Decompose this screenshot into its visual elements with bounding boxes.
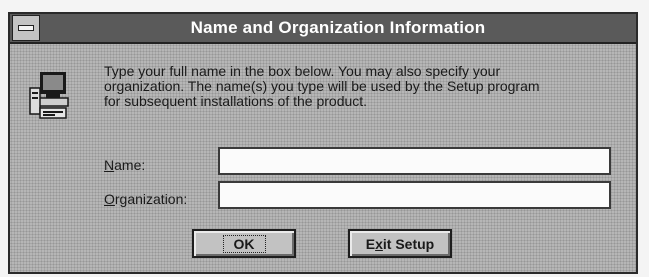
organization-label: Organization: xyxy=(104,191,187,207)
organization-field[interactable] xyxy=(218,181,611,209)
instructions-line-2: organization. The name(s) you type will … xyxy=(104,78,540,94)
instructions-line-1: Type your full name in the box below. Yo… xyxy=(104,63,501,79)
exit-setup-label-part2: it Setup xyxy=(382,235,435,252)
system-menu-icon[interactable] xyxy=(12,15,40,41)
name-organization-dialog: Name and Organization Information Type y… xyxy=(8,12,638,274)
organization-label-mnemonic: O xyxy=(104,191,115,207)
ok-button[interactable]: OK xyxy=(192,229,296,258)
exit-setup-label-part1: E xyxy=(365,235,376,252)
instructions-line-3: for subsequent installations of the prod… xyxy=(104,93,368,109)
exit-setup-button[interactable]: Ex it Setup xyxy=(348,229,452,258)
name-label-rest: ame: xyxy=(114,157,146,173)
window-title: Name and Organization Information xyxy=(190,18,486,37)
name-label: Name: xyxy=(104,157,145,173)
organization-label-rest: rganization: xyxy=(114,191,188,207)
ok-button-label: OK xyxy=(222,234,266,253)
name-field[interactable] xyxy=(218,147,611,175)
exit-setup-label-mnemonic: x xyxy=(375,235,383,252)
system-menu-bar xyxy=(18,25,34,31)
name-label-mnemonic: N xyxy=(104,157,115,173)
instructions-text: Type your full name in the box below. Yo… xyxy=(104,64,634,109)
title-bar: Name and Organization Information xyxy=(10,14,636,44)
computer-setup-icon xyxy=(29,72,69,119)
